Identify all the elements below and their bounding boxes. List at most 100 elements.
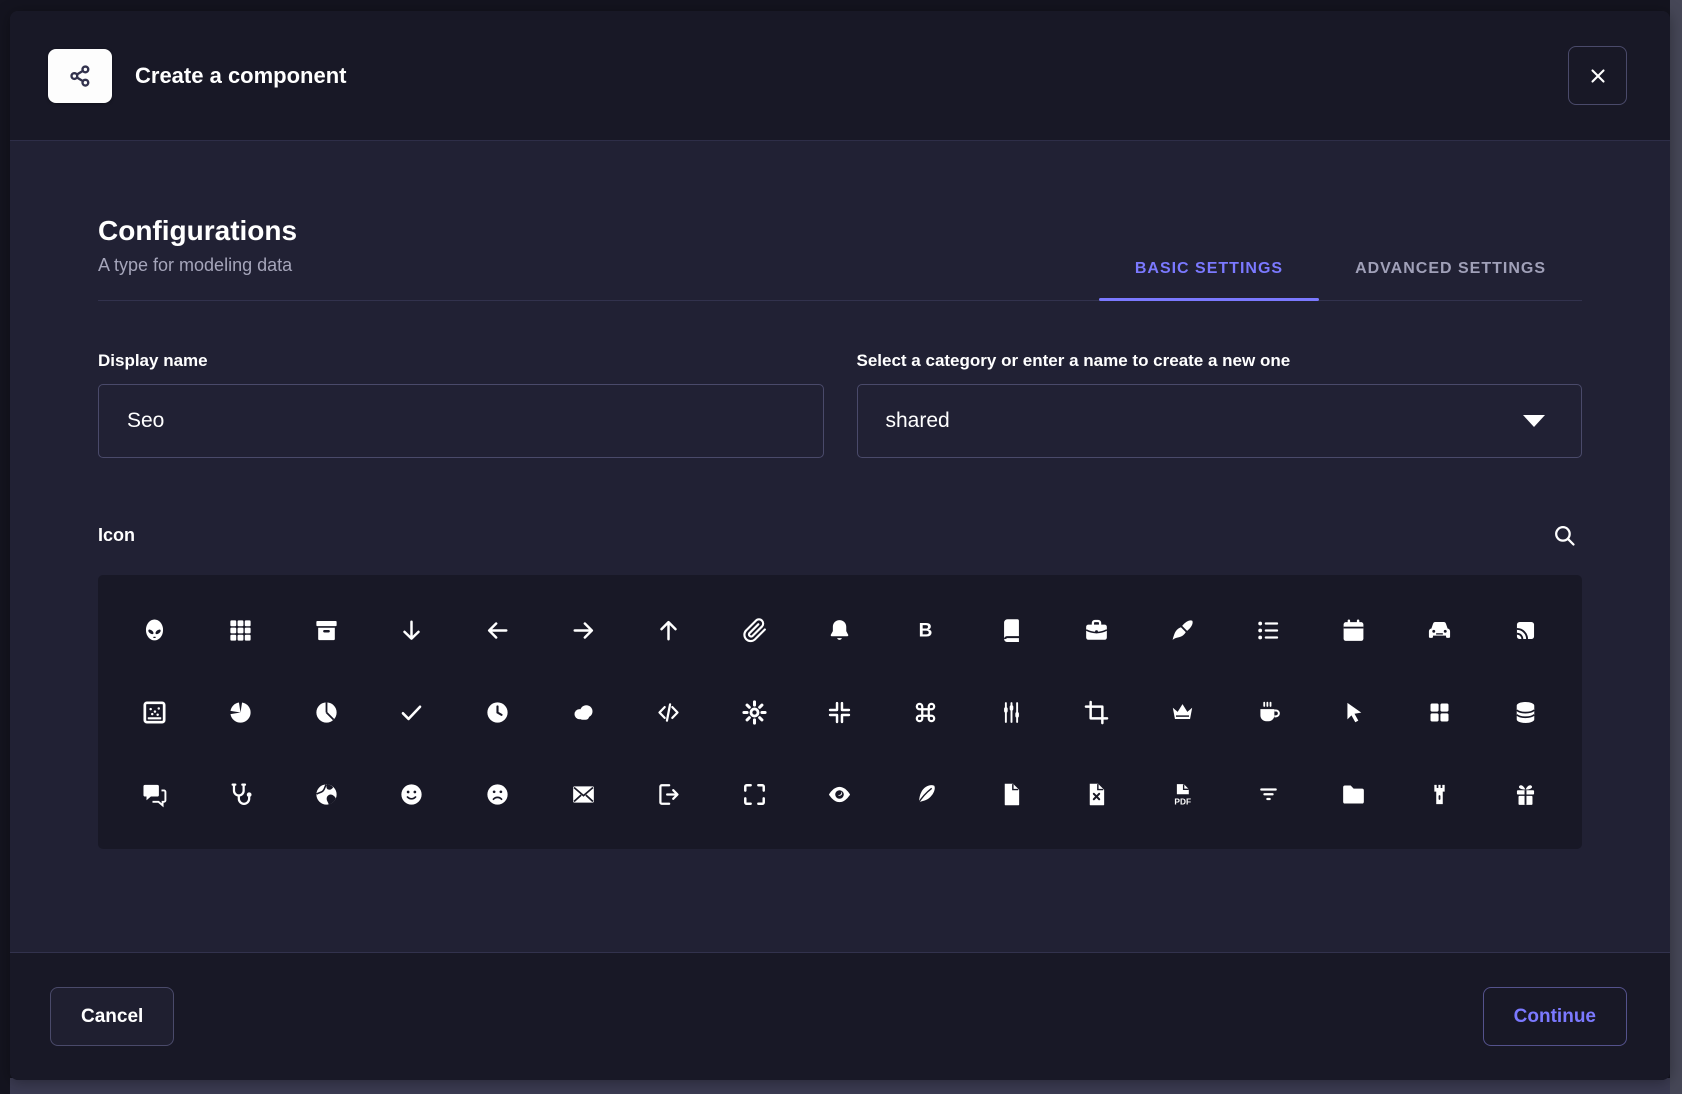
icon-option-clock[interactable] (455, 683, 541, 741)
icon-option-dashboard[interactable] (1397, 683, 1483, 741)
icon-option-cast[interactable] (1482, 601, 1568, 659)
collapse-icon (826, 699, 853, 726)
page-scrollbar[interactable] (1670, 0, 1682, 1094)
svg-text:B: B (919, 620, 933, 641)
clock-icon (484, 699, 511, 726)
bell-icon (826, 617, 853, 644)
book-icon (998, 617, 1025, 644)
icon-option-file[interactable] (968, 765, 1054, 823)
icon-option-car[interactable] (1397, 601, 1483, 659)
icon-option-calendar[interactable] (1311, 601, 1397, 659)
icon-option-folder[interactable] (1311, 765, 1397, 823)
code-icon (655, 699, 682, 726)
feather-icon (912, 781, 939, 808)
icon-option-expand[interactable] (712, 765, 798, 823)
cancel-button[interactable]: Cancel (50, 987, 174, 1046)
apps-icon (227, 617, 254, 644)
icon-option-briefcase[interactable] (1054, 601, 1140, 659)
icon-search-button[interactable] (1547, 518, 1582, 553)
icon-option-chart-pie[interactable] (283, 683, 369, 741)
crop-icon (1083, 699, 1110, 726)
icon-option-command[interactable] (883, 683, 969, 741)
component-icon (48, 49, 112, 103)
icon-grid: B PDF (98, 575, 1582, 849)
icon-option-doctor[interactable] (198, 765, 284, 823)
alien-icon (141, 617, 168, 644)
icon-option-bullet-list[interactable] (1225, 601, 1311, 659)
bullet-list-icon (1255, 617, 1282, 644)
icon-option-chart-circle[interactable] (198, 683, 284, 741)
emotion-unhappy-icon (484, 781, 511, 808)
car-icon (1426, 617, 1453, 644)
icon-option-attachment[interactable] (712, 601, 798, 659)
icon-option-cursor[interactable] (1311, 683, 1397, 741)
eye-icon (826, 781, 853, 808)
icon-option-arrow-up[interactable] (626, 601, 712, 659)
icon-option-file-pdf[interactable]: PDF (1140, 765, 1226, 823)
icon-option-file-error[interactable] (1054, 765, 1140, 823)
tab-advanced-settings[interactable]: ADVANCED SETTINGS (1319, 260, 1582, 300)
command-icon (912, 699, 939, 726)
chart-bubble-icon (141, 699, 168, 726)
envelop-icon (570, 781, 597, 808)
dialog-header: Create a component (10, 11, 1670, 141)
cast-icon (1512, 617, 1539, 644)
icon-option-feather[interactable] (883, 765, 969, 823)
icon-option-archive[interactable] (283, 601, 369, 659)
category-select[interactable]: shared (857, 384, 1583, 458)
continue-button[interactable]: Continue (1483, 987, 1627, 1046)
icon-option-code[interactable] (626, 683, 712, 741)
icon-option-arrow-left[interactable] (455, 601, 541, 659)
close-icon (1586, 64, 1610, 88)
icon-option-alien[interactable] (112, 601, 198, 659)
cloud-icon (570, 699, 597, 726)
icon-option-bold[interactable]: B (883, 601, 969, 659)
expand-icon (741, 781, 768, 808)
icon-option-exit[interactable] (626, 765, 712, 823)
file-error-icon (1083, 781, 1110, 808)
icon-option-filter[interactable] (1225, 765, 1311, 823)
icon-option-brush[interactable] (1140, 601, 1226, 659)
icon-option-emotion-unhappy[interactable] (455, 765, 541, 823)
icon-option-check[interactable] (369, 683, 455, 741)
file-pdf-icon: PDF (1169, 781, 1196, 808)
icon-option-cog[interactable] (712, 683, 798, 741)
icon-option-crown[interactable] (1140, 683, 1226, 741)
close-button[interactable] (1568, 46, 1627, 105)
emotion-happy-icon (398, 781, 425, 808)
file-icon (998, 781, 1025, 808)
dialog-title: Create a component (135, 63, 347, 89)
icon-option-gift[interactable] (1482, 765, 1568, 823)
icon-option-cloud[interactable] (540, 683, 626, 741)
icon-option-emotion-happy[interactable] (369, 765, 455, 823)
icon-option-database[interactable] (1482, 683, 1568, 741)
dialog-footer: Cancel Continue (10, 952, 1670, 1080)
icon-option-connector[interactable] (968, 683, 1054, 741)
calendar-icon (1340, 617, 1367, 644)
dialog-body: Configurations A type for modeling data … (10, 141, 1670, 952)
icon-option-crop[interactable] (1054, 683, 1140, 741)
folder-icon (1340, 781, 1367, 808)
icon-option-eye[interactable] (797, 765, 883, 823)
display-name-label: Display name (98, 351, 824, 371)
display-name-input[interactable] (98, 384, 824, 458)
icon-option-gate[interactable] (1397, 765, 1483, 823)
icon-option-chart-bubble[interactable] (112, 683, 198, 741)
chevron-down-icon (1523, 415, 1545, 427)
icon-option-earth[interactable] (283, 765, 369, 823)
icon-option-collapse[interactable] (797, 683, 883, 741)
icon-option-cup[interactable] (1225, 683, 1311, 741)
icon-option-bell[interactable] (797, 601, 883, 659)
icon-option-apps[interactable] (198, 601, 284, 659)
tab-basic-settings[interactable]: BASIC SETTINGS (1099, 260, 1319, 300)
filter-icon (1255, 781, 1282, 808)
create-component-dialog: Create a component Configurations A type… (10, 11, 1670, 1080)
section-subheading: A type for modeling data (98, 255, 297, 276)
icon-option-arrow-down[interactable] (369, 601, 455, 659)
icon-option-envelop[interactable] (540, 765, 626, 823)
icon-option-discuss[interactable] (112, 765, 198, 823)
icon-option-book[interactable] (968, 601, 1054, 659)
icon-option-arrow-right[interactable] (540, 601, 626, 659)
arrow-right-icon (570, 617, 597, 644)
earth-icon (313, 781, 340, 808)
